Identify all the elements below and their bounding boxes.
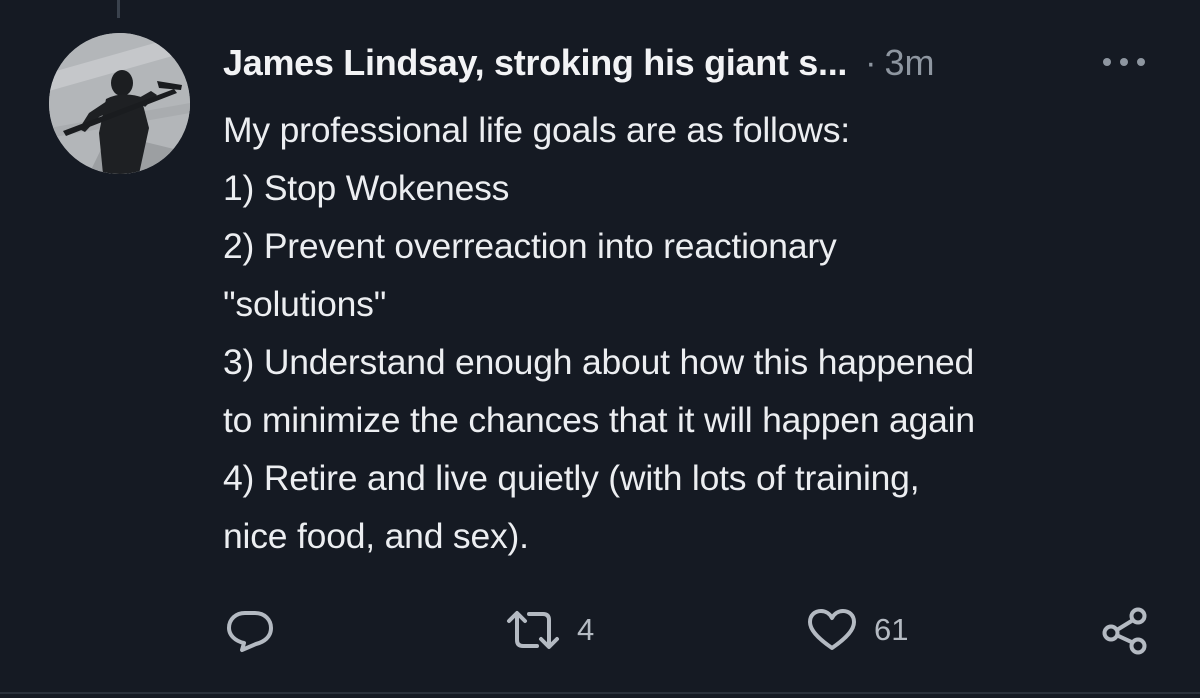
heart-icon	[808, 609, 856, 650]
like-count: 61	[874, 612, 909, 647]
more-options-button[interactable]	[1095, 42, 1153, 82]
tweet-divider	[0, 692, 1200, 694]
retweet-count: 4	[577, 612, 595, 647]
silhouette-with-sword-avatar-icon	[49, 33, 190, 174]
tweet-text-line: My professional life goals are as follow…	[223, 110, 850, 150]
tweet-text-line: 4) Retire and live quietly (with lots of…	[223, 458, 920, 498]
tweet-text-line: "solutions"	[223, 284, 387, 324]
timestamp[interactable]: 3m	[884, 42, 934, 84]
tweet-text-line: 2) Prevent overreaction into reactionary	[223, 226, 837, 266]
avatar[interactable]	[49, 33, 190, 174]
like-button[interactable]: 61	[806, 600, 908, 660]
tweet-text-line: 3) Understand enough about how this happ…	[223, 342, 975, 382]
reply-icon	[227, 611, 273, 652]
author-display-name[interactable]: James Lindsay, stroking his giant s...	[223, 42, 847, 84]
share-button[interactable]	[1100, 600, 1150, 660]
tweet-header: James Lindsay, stroking his giant s... ·…	[223, 38, 1163, 88]
thread-connector-line	[117, 0, 120, 18]
tweet-text: My professional life goals are as follow…	[223, 101, 1183, 565]
reply-button[interactable]	[224, 600, 276, 660]
tweet-text-line: nice food, and sex).	[223, 516, 529, 556]
tweet-text-line: to minimize the chances that it will hap…	[223, 400, 975, 440]
retweet-button[interactable]: 4	[505, 600, 594, 660]
more-dots-icon	[1103, 58, 1145, 66]
retweet-icon	[507, 611, 559, 649]
header-separator: ·	[865, 43, 877, 82]
tweet-text-line: 1) Stop Wokeness	[223, 168, 510, 208]
share-icon	[1102, 607, 1147, 655]
tweet-action-bar: 4 61	[0, 600, 1200, 660]
